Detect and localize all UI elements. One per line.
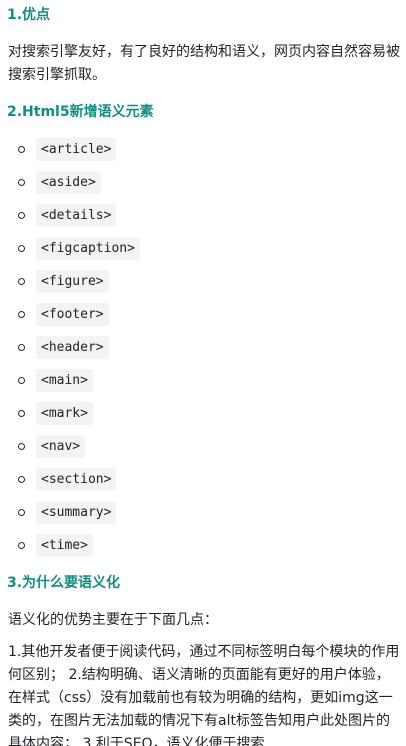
code-tag: <summary> bbox=[36, 501, 117, 524]
hollow-circle-bullet-icon bbox=[18, 410, 25, 417]
list-item: <aside> bbox=[0, 166, 406, 199]
list-item: <main> bbox=[0, 364, 406, 397]
section-heading-advantages: 1.优点 bbox=[7, 7, 51, 23]
hollow-circle-bullet-icon bbox=[18, 212, 25, 219]
hollow-circle-bullet-icon bbox=[18, 476, 25, 483]
list-item: <details> bbox=[0, 199, 406, 232]
list-item: <section> bbox=[0, 463, 406, 496]
hollow-circle-bullet-icon bbox=[18, 443, 25, 450]
code-tag: <time> bbox=[36, 534, 93, 557]
hollow-circle-bullet-icon bbox=[18, 509, 25, 516]
list-item: <footer> bbox=[0, 298, 406, 331]
hollow-circle-bullet-icon bbox=[18, 311, 25, 318]
list-item: <nav> bbox=[0, 430, 406, 463]
code-tag: <figure> bbox=[36, 270, 109, 293]
hollow-circle-bullet-icon bbox=[18, 146, 25, 153]
advantages-paragraph: 对搜索引擎友好，有了良好的结构和语义，网页内容自然容易被搜索引擎抓取。 bbox=[8, 44, 400, 83]
hollow-circle-bullet-icon bbox=[18, 179, 25, 186]
why-details-paragraph: 1.其他开发者便于阅读代码，通过不同标签明白每个模块的作用何区别； 2.结构明确… bbox=[8, 644, 400, 746]
list-item: <time> bbox=[0, 529, 406, 562]
list-item: <mark> bbox=[0, 397, 406, 430]
code-tag: <section> bbox=[36, 468, 117, 491]
list-item: <figcaption> bbox=[0, 232, 406, 265]
code-tag: <nav> bbox=[36, 435, 86, 458]
code-tag: <aside> bbox=[36, 171, 101, 194]
hollow-circle-bullet-icon bbox=[18, 344, 25, 351]
why-intro-paragraph: 语义化的优势主要在于下面几点： bbox=[8, 612, 218, 628]
article-page: 1.优点 对搜索引擎友好，有了良好的结构和语义，网页内容自然容易被搜索引擎抓取。… bbox=[0, 0, 406, 746]
code-tag: <article> bbox=[36, 138, 117, 161]
code-tag: <figcaption> bbox=[36, 237, 140, 260]
hollow-circle-bullet-icon bbox=[18, 278, 25, 285]
section-heading-why-semantic: 3.为什么要语义化 bbox=[7, 575, 121, 591]
list-item: <article> bbox=[0, 133, 406, 166]
list-item: <header> bbox=[0, 331, 406, 364]
code-tag: <header> bbox=[36, 336, 109, 359]
code-tag: <mark> bbox=[36, 402, 93, 425]
section-heading-new-elements: 2.Html5新增语义元素 bbox=[7, 104, 154, 120]
hollow-circle-bullet-icon bbox=[18, 542, 25, 549]
hollow-circle-bullet-icon bbox=[18, 245, 25, 252]
semantic-elements-list: <article> <aside> <details> <figcaption>… bbox=[0, 133, 406, 562]
code-tag: <footer> bbox=[36, 303, 109, 326]
code-tag: <main> bbox=[36, 369, 93, 392]
hollow-circle-bullet-icon bbox=[18, 377, 25, 384]
code-tag: <details> bbox=[36, 204, 117, 227]
list-item: <figure> bbox=[0, 265, 406, 298]
list-item: <summary> bbox=[0, 496, 406, 529]
